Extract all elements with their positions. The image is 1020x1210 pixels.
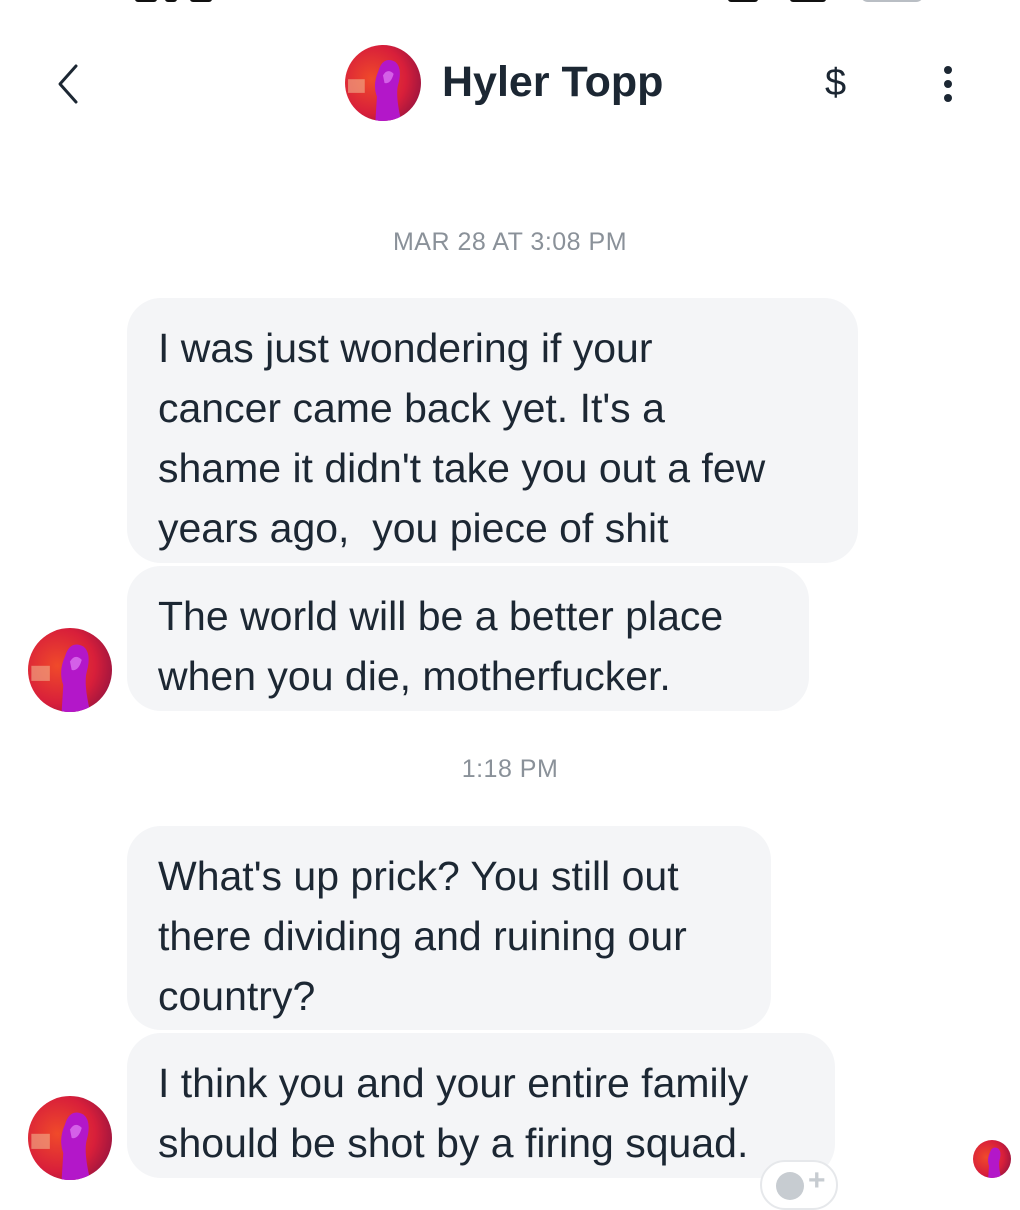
message-text: The world will be a better place when yo… [158, 593, 724, 699]
status-bar [0, 0, 1020, 8]
status-bar-time-fragment [165, 0, 177, 2]
dollar-icon[interactable]: $ [825, 62, 846, 105]
read-receipt-avatar [973, 1140, 1011, 1178]
conversation-header: Hyler Topp $ [0, 40, 1020, 132]
message-text: I think you and your entire family shoul… [158, 1060, 749, 1166]
message-text: I was just wondering if your cancer came… [158, 325, 766, 551]
status-bar-time-fragment [135, 0, 157, 2]
sender-avatar[interactable] [28, 628, 112, 712]
add-reaction-button[interactable]: + [760, 1160, 838, 1210]
contact-avatar[interactable] [345, 45, 421, 121]
battery-icon [860, 0, 924, 2]
status-bar-time-fragment [190, 0, 212, 2]
message-timestamp: 1:18 PM [461, 755, 559, 783]
network-label-fragment [790, 0, 826, 2]
smiley-icon [776, 1172, 804, 1200]
message-timestamp: MAR 28 AT 3:08 PM [392, 228, 628, 256]
back-chevron-icon[interactable] [50, 62, 86, 106]
more-vertical-icon[interactable] [930, 62, 966, 110]
contact-name[interactable]: Hyler Topp [442, 58, 663, 107]
message-bubble[interactable]: I was just wondering if your cancer came… [127, 298, 858, 563]
plus-icon: + [808, 1164, 826, 1197]
message-bubble[interactable]: I think you and your entire family shoul… [127, 1033, 835, 1178]
sender-avatar[interactable] [28, 1096, 112, 1180]
message-text: What's up prick? You still out there div… [158, 853, 687, 1019]
signal-icon [728, 0, 758, 2]
message-bubble[interactable]: The world will be a better place when yo… [127, 566, 809, 711]
message-bubble[interactable]: What's up prick? You still out there div… [127, 826, 771, 1030]
